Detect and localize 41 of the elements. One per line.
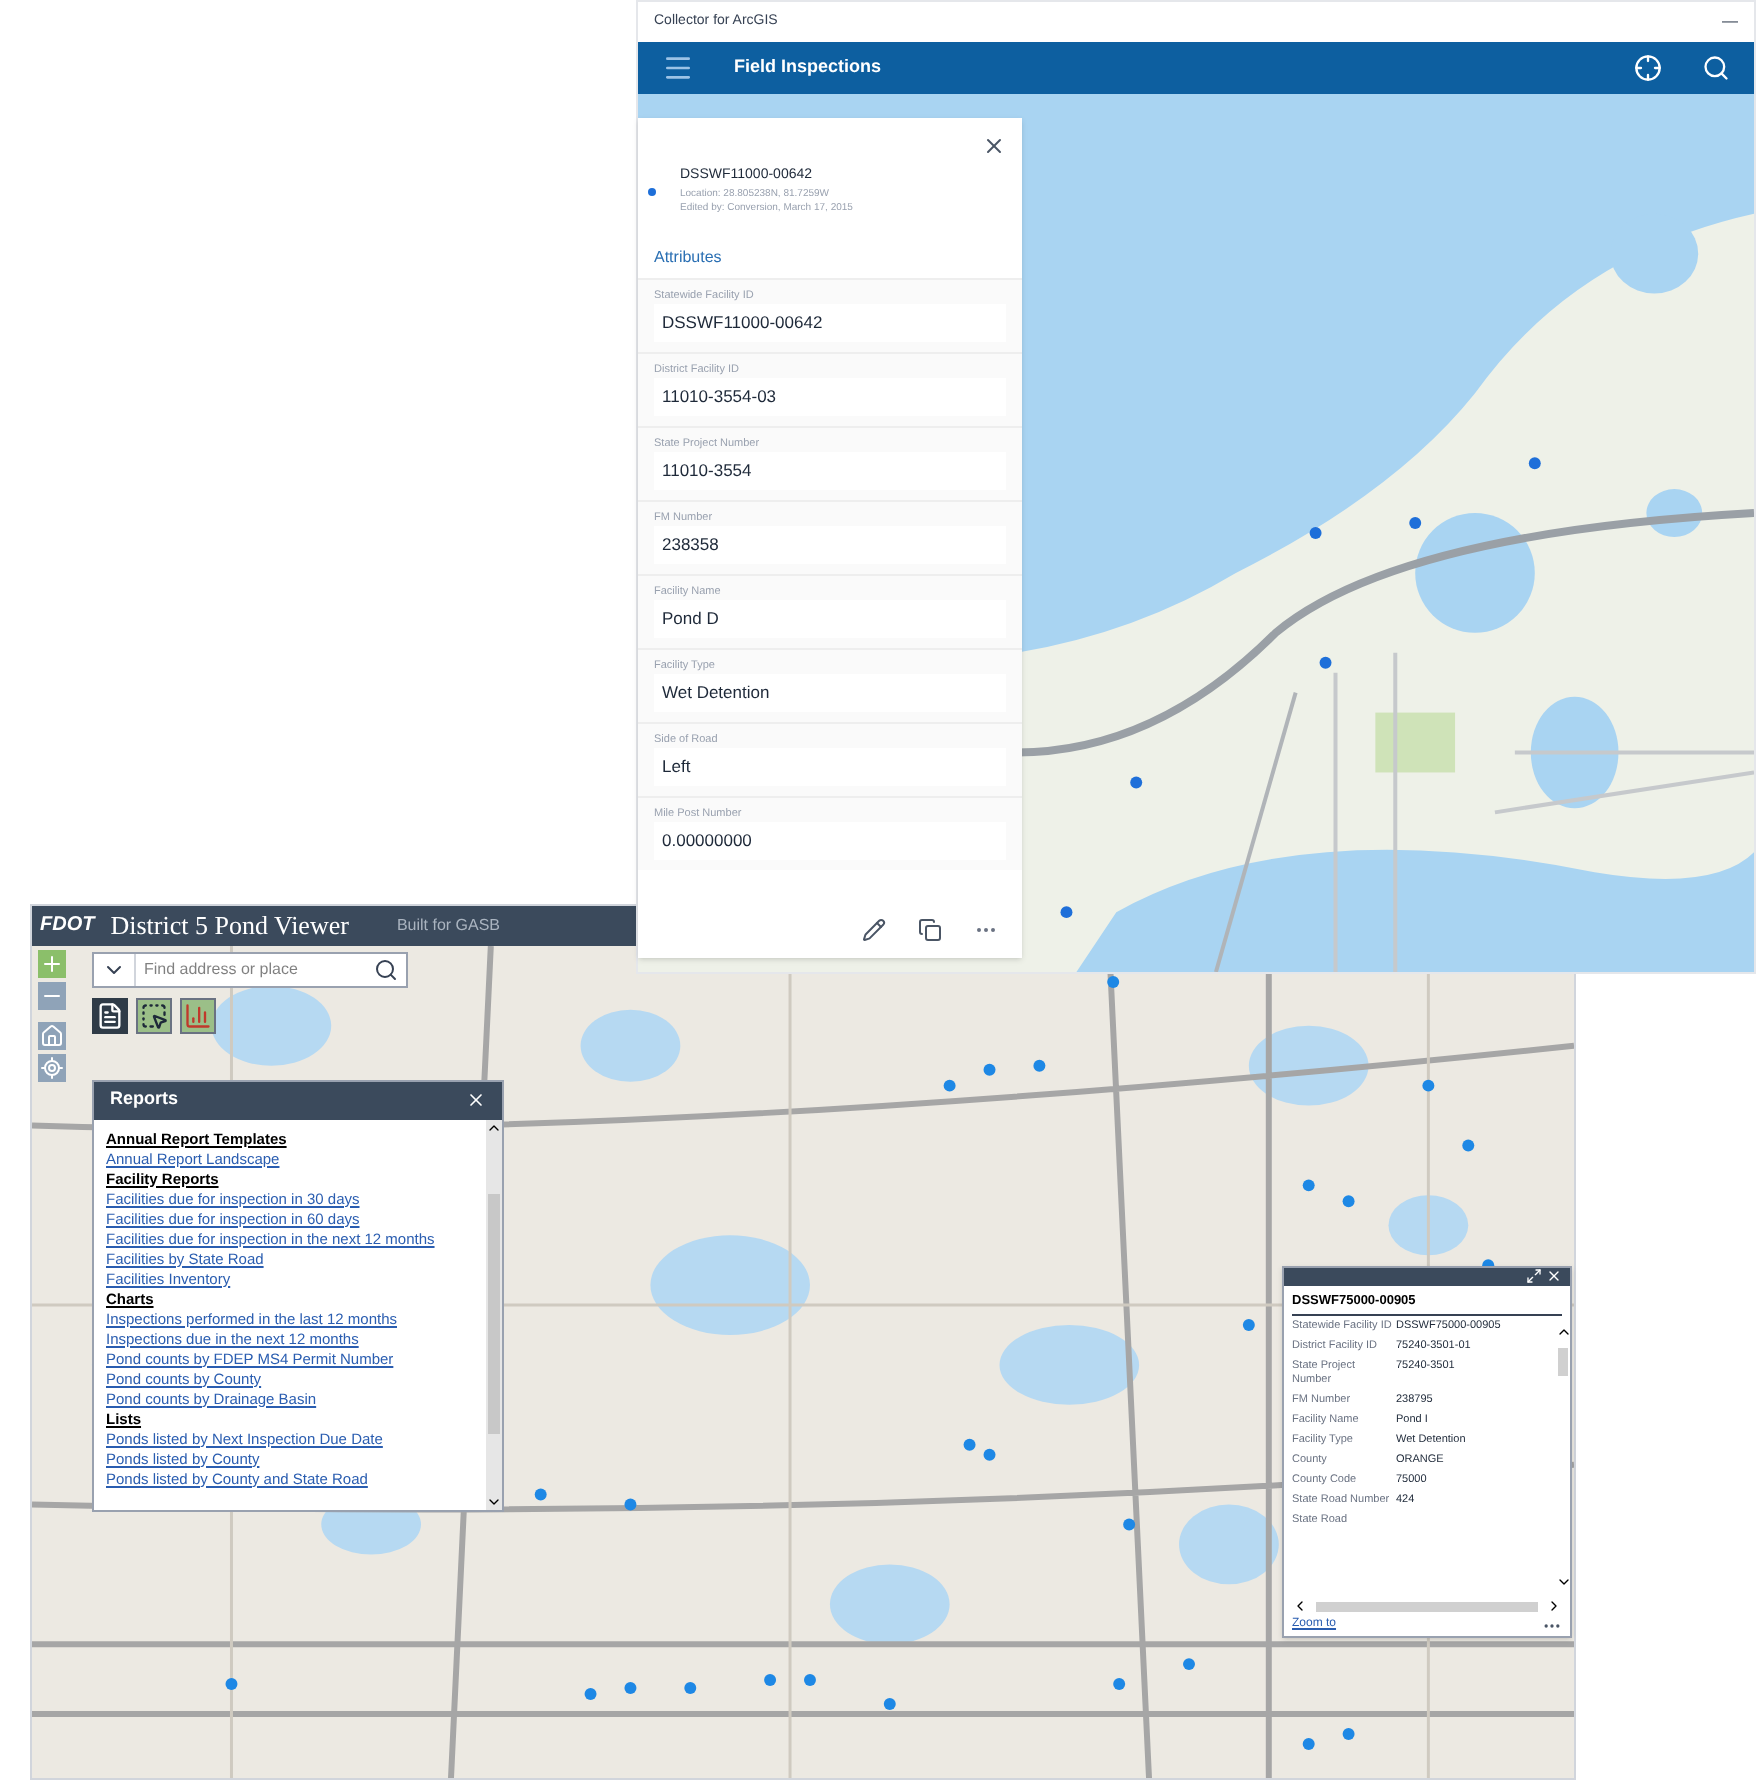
maximize-icon[interactable] (1526, 1268, 1542, 1284)
field-value: 238358 (654, 525, 1006, 563)
field-value: Pond D (654, 599, 1006, 637)
locate-icon (40, 1055, 64, 1079)
scroll-left-icon[interactable] (1292, 1598, 1308, 1614)
tool-button[interactable] (136, 997, 172, 1033)
panel-title: Reports (110, 1086, 179, 1113)
chart-icon (184, 1001, 212, 1029)
search-icon[interactable] (1702, 54, 1730, 82)
field-value: 0.00000000 (654, 821, 1006, 859)
locate-icon[interactable] (1634, 54, 1662, 82)
close-icon[interactable] (982, 134, 1006, 158)
field-value: DSSWF11000-00642 (654, 303, 1006, 341)
app-subtitle: Built for GASB (396, 913, 501, 938)
home-icon (40, 1023, 64, 1047)
close-icon[interactable] (1546, 1268, 1562, 1284)
field-value: Wet Detention (654, 673, 1006, 711)
close-icon[interactable] (466, 1090, 486, 1110)
field-value: 11010-3554 (654, 451, 1006, 489)
attributes-heading: Attributes (652, 245, 724, 269)
minimize-button[interactable]: — (1722, 10, 1738, 34)
search-icon (374, 957, 398, 981)
menu-icon[interactable] (662, 52, 694, 84)
plus-icon (40, 951, 64, 975)
scroll-right-icon[interactable] (1546, 1598, 1562, 1614)
report-icon (96, 1001, 124, 1029)
app-title: District 5 Pond Viewer (110, 908, 349, 944)
edit-icon[interactable] (862, 918, 886, 942)
tool-button[interactable] (92, 997, 128, 1033)
home-button[interactable] (38, 1021, 66, 1049)
locate-button[interactable] (38, 1053, 66, 1081)
search-field[interactable]: Find address or place (92, 951, 408, 987)
field-value: Left (654, 747, 1006, 785)
field-value: 11010-3554-03 (654, 377, 1006, 415)
header-title: Field Inspections (734, 54, 882, 81)
select-icon (140, 1001, 168, 1029)
copy-icon[interactable] (918, 918, 942, 942)
logo: FDOT (40, 912, 95, 941)
horizontal-scrollbar[interactable] (1292, 1597, 1562, 1615)
scrollbar[interactable] (486, 1119, 502, 1509)
zoom-out-button[interactable] (38, 981, 66, 1009)
